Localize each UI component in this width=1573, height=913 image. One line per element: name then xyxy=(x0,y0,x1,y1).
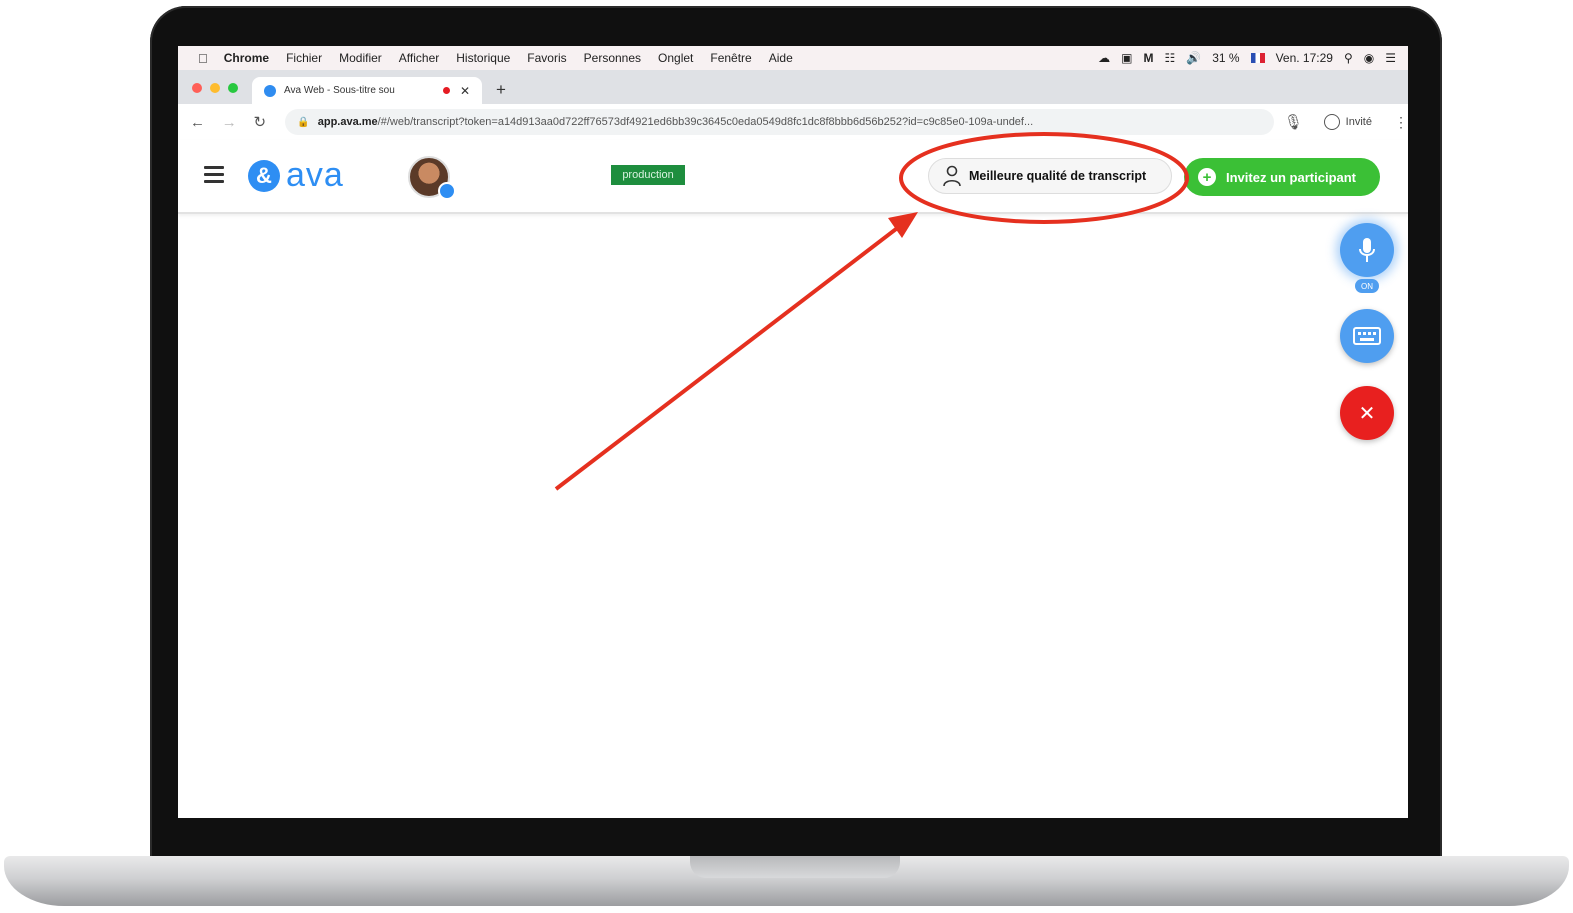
hamburger-menu-icon[interactable] xyxy=(204,166,224,187)
menu-onglet[interactable]: Onglet xyxy=(658,51,693,65)
profile-avatar-icon xyxy=(1323,114,1340,130)
laptop-notch xyxy=(690,856,900,878)
profile-label: Invité xyxy=(1345,116,1372,128)
url-domain: app.ava.me xyxy=(317,116,378,128)
ava-favicon-icon xyxy=(264,84,276,97)
environment-badge: production xyxy=(611,165,685,185)
keyboard-button[interactable] xyxy=(1340,309,1394,363)
apple-icon[interactable]:  xyxy=(198,51,208,66)
browser-toolbar: ← → ↻ 🔒 app.ava.me /#/web/transcript?tok… xyxy=(178,104,1408,141)
microphone-permission-icon[interactable]: 🎙 xyxy=(1284,113,1304,131)
menu-fenetre[interactable]: Fenêtre xyxy=(710,51,751,65)
browser-tab-strip: Ava Web - Sous-titre sou ✕ + xyxy=(178,70,1408,104)
reload-icon[interactable]: ↻ xyxy=(254,113,274,131)
laptop-screen:  Chrome Fichier Modifier Afficher Histo… xyxy=(178,46,1408,818)
menubar-status-area: ☁ ▣ M ☷ 🔊 31 % Ven. 17:29 ⚲ ◉ ☰ xyxy=(1098,46,1396,70)
battery-status[interactable]: 31 % xyxy=(1212,51,1239,65)
french-flag-icon[interactable] xyxy=(1250,53,1265,63)
spotlight-search-icon[interactable]: ⚲ xyxy=(1344,51,1353,65)
microphone-status-label: ON xyxy=(1355,279,1379,293)
quality-button-label: Meilleure qualité de transcript xyxy=(969,169,1147,183)
menu-modifier[interactable]: Modifier xyxy=(339,51,382,65)
menu-historique[interactable]: Historique xyxy=(456,51,510,65)
end-session-button[interactable]: ✕ xyxy=(1340,386,1394,440)
gmail-icon[interactable]: M xyxy=(1143,51,1153,65)
menu-personnes[interactable]: Personnes xyxy=(584,51,641,65)
tab-title: Ava Web - Sous-titre sou xyxy=(284,85,395,96)
back-arrow-icon[interactable]: ← xyxy=(190,114,210,131)
microphone-icon xyxy=(1359,238,1375,262)
window-controls xyxy=(192,83,238,93)
ava-logo-text: ava xyxy=(286,156,344,194)
menubar-clock[interactable]: Ven. 17:29 xyxy=(1276,51,1333,65)
person-icon xyxy=(943,165,961,187)
minimize-window-button[interactable] xyxy=(210,83,220,93)
cloud-icon[interactable]: ☁ xyxy=(1098,51,1110,65)
menu-app-name[interactable]: Chrome xyxy=(224,51,269,65)
close-tab-icon[interactable]: ✕ xyxy=(460,84,470,98)
maximize-window-button[interactable] xyxy=(228,83,238,93)
app-header: & ava production Meilleure qualité de tr… xyxy=(178,140,1408,214)
menu-favoris[interactable]: Favoris xyxy=(527,51,566,65)
close-icon: ✕ xyxy=(1358,402,1376,425)
plus-icon: + xyxy=(1198,168,1216,186)
close-window-button[interactable] xyxy=(192,83,202,93)
new-tab-icon[interactable]: + xyxy=(496,80,506,100)
screen-share-icon[interactable]: ▣ xyxy=(1121,51,1132,65)
keyboard-icon xyxy=(1353,327,1381,345)
avatar-status-badge xyxy=(438,182,456,200)
invite-button-label: Invitez un participant xyxy=(1226,169,1357,185)
menu-aide[interactable]: Aide xyxy=(769,51,793,65)
volume-icon[interactable]: 🔊 xyxy=(1186,51,1201,65)
browser-menu-icon[interactable]: ⋮ xyxy=(1394,114,1408,131)
url-path: /#/web/transcript?token=a14d913aa0d722ff… xyxy=(377,116,1034,128)
invite-participant-button[interactable]: + Invitez un participant xyxy=(1184,158,1380,196)
ava-logo-icon: & xyxy=(248,159,280,192)
siri-icon[interactable]: ◉ xyxy=(1364,51,1374,65)
recording-dot-icon xyxy=(442,87,450,94)
notification-center-icon[interactable]: ☰ xyxy=(1385,51,1396,65)
ava-logo: & ava xyxy=(248,156,344,195)
forward-arrow-icon[interactable]: → xyxy=(222,114,242,131)
menu-fichier[interactable]: Fichier xyxy=(286,51,322,65)
lock-icon[interactable]: 🔒 xyxy=(297,117,309,128)
best-transcript-quality-button[interactable]: Meilleure qualité de transcript xyxy=(928,158,1172,194)
menu-afficher[interactable]: Afficher xyxy=(399,51,439,65)
browser-tab-active[interactable]: Ava Web - Sous-titre sou ✕ xyxy=(252,77,482,104)
wifi-icon[interactable]: ☷ xyxy=(1164,51,1175,65)
macos-menubar:  Chrome Fichier Modifier Afficher Histo… xyxy=(178,46,1408,71)
microphone-button[interactable] xyxy=(1340,223,1394,277)
address-bar[interactable]: 🔒 app.ava.me /#/web/transcript?token=a14… xyxy=(285,109,1274,135)
profile-button[interactable]: Invité xyxy=(1323,114,1372,130)
